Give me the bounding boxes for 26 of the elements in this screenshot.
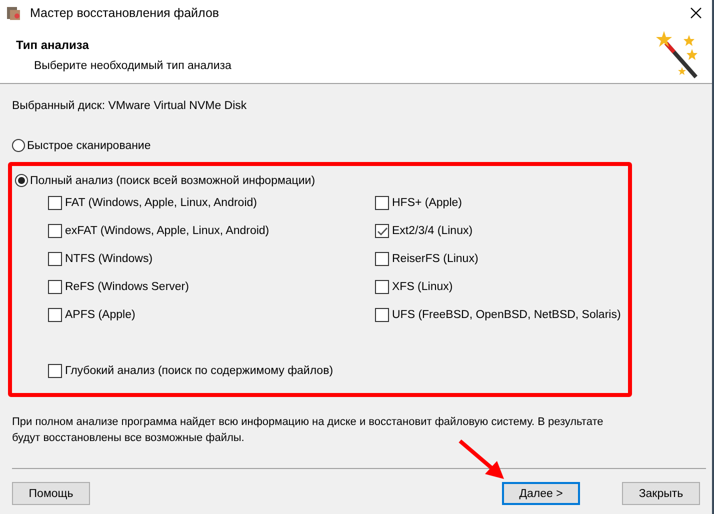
window-title: Мастер восстановления файлов xyxy=(30,6,220,20)
deep-analysis-checkbox[interactable]: Глубокий анализ (поиск по содержимому файлов) xyxy=(48,363,628,379)
app-icon xyxy=(6,5,22,21)
filesystem-checkbox[interactable]: ReFS (Windows Server) xyxy=(48,279,375,295)
filesystem-checkbox[interactable]: FAT (Windows, Apple, Linux, Android) xyxy=(48,195,375,211)
description-text: При полном анализе программа найдет всю информацию на диске и восстановит файловую систему. В результате будут восстановлены все возможные файлы. xyxy=(12,415,604,446)
filesystem-checkbox[interactable]: ReiserFS (Linux) xyxy=(375,251,621,267)
selected-disk-label: Выбранный диск: VMware Virtual NVMe Disk xyxy=(12,100,248,114)
check-icon xyxy=(376,226,388,236)
quick-scan-radio[interactable]: Быстрое сканирование xyxy=(12,139,704,152)
close-icon[interactable] xyxy=(690,7,702,19)
filesystem-checkbox[interactable]: NTFS (Windows) xyxy=(48,251,375,267)
dialog-button[interactable]: Помощь xyxy=(12,482,90,505)
page-subtitle: Выберите необходимый тип анализа xyxy=(33,60,232,72)
page-title: Тип анализа xyxy=(16,38,90,52)
annotation-arrow xyxy=(458,439,506,481)
dialog-button[interactable]: Закрыть xyxy=(622,482,700,505)
filesystem-checkbox[interactable]: Ext2/3/4 (Linux) xyxy=(375,223,621,239)
filesystem-checkbox[interactable]: HFS+ (Apple) xyxy=(375,195,621,211)
filesystem-checkbox[interactable]: exFAT (Windows, Apple, Linux, Android) xyxy=(48,223,375,239)
magic-wand-icon xyxy=(656,28,700,80)
filesystem-checkbox[interactable]: APFS (Apple) xyxy=(48,307,375,323)
dialog-button[interactable]: Далее > xyxy=(502,482,580,505)
filesystem-checkbox[interactable]: XFS (Linux) xyxy=(375,279,621,295)
filesystem-checkbox[interactable]: UFS (FreeBSD, OpenBSD, NetBSD, Solaris) xyxy=(375,307,621,323)
full-analysis-radio[interactable]: Полный анализ (поиск всей возможной информации) xyxy=(15,174,628,187)
